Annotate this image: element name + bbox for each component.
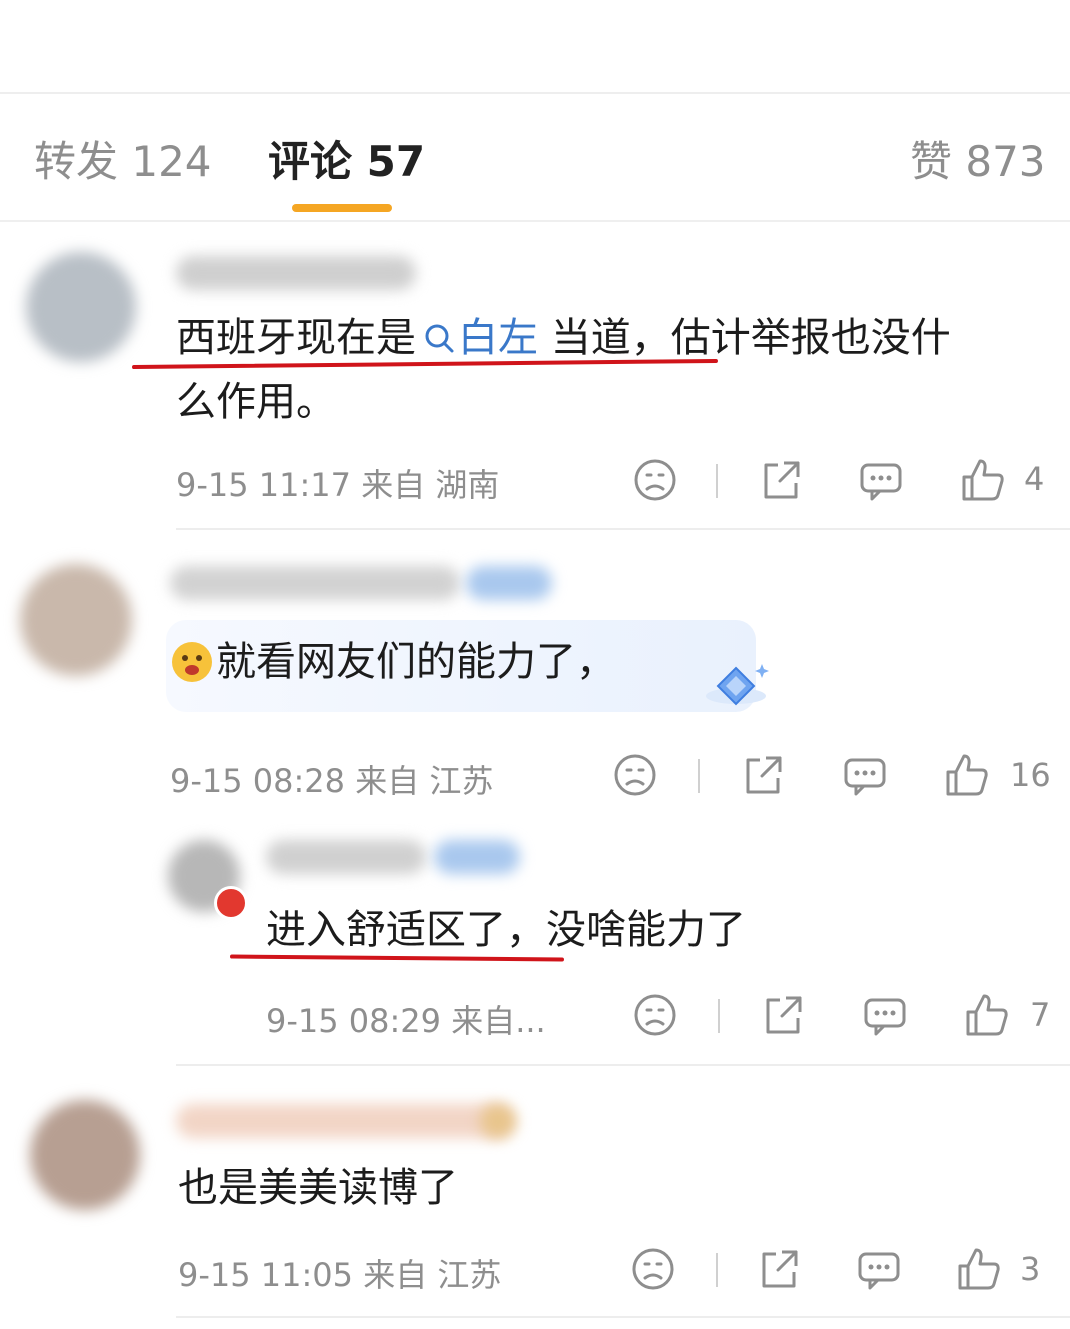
comment-bubble-icon[interactable] bbox=[842, 752, 888, 798]
badge-blurred bbox=[480, 1104, 516, 1138]
comment-text-line2: 么作用。 bbox=[176, 379, 336, 425]
separator bbox=[698, 759, 700, 793]
diamond-badge-icon bbox=[706, 664, 769, 706]
comment-meta: 9-15 08:29 来自... bbox=[266, 1002, 546, 1040]
row-divider bbox=[176, 1064, 1070, 1066]
badge-blurred bbox=[466, 566, 552, 600]
comment-meta: 9-15 11:05 来自 江苏 bbox=[178, 1256, 502, 1294]
username-blurred[interactable] bbox=[176, 1104, 512, 1138]
separator bbox=[718, 999, 720, 1033]
comment-bubble-icon[interactable] bbox=[862, 992, 908, 1038]
comment-meta: 9-15 11:17 来自 湖南 bbox=[176, 466, 500, 504]
comment-text: 进入舒适区了，没啥能力了 bbox=[266, 907, 746, 953]
share-icon[interactable] bbox=[756, 1246, 802, 1292]
thumbs-up-icon[interactable] bbox=[960, 457, 1006, 503]
sticker-emoji-icon bbox=[172, 642, 212, 682]
thumbs-up-icon[interactable] bbox=[956, 1246, 1002, 1292]
separator bbox=[716, 1253, 718, 1287]
comment-text: 也是美美读博了 bbox=[178, 1165, 458, 1211]
search-icon bbox=[425, 324, 454, 353]
dislike-face-icon[interactable] bbox=[612, 752, 658, 798]
dislike-face-icon[interactable] bbox=[632, 457, 678, 503]
dislike-face-icon[interactable] bbox=[630, 1246, 676, 1292]
active-tab-indicator bbox=[292, 204, 392, 212]
comment-bubble-icon[interactable] bbox=[856, 1246, 902, 1292]
like-count: 3 bbox=[1020, 1250, 1041, 1288]
avatar[interactable] bbox=[20, 564, 132, 676]
username-blurred[interactable] bbox=[170, 566, 460, 600]
tab-repost[interactable]: 转发 124 bbox=[34, 128, 212, 189]
comment-text: 就看网友们的能力了， bbox=[216, 639, 616, 685]
share-icon[interactable] bbox=[740, 752, 786, 798]
top-bar bbox=[0, 0, 1070, 94]
comment-bubble-icon[interactable] bbox=[858, 457, 904, 503]
dislike-face-icon[interactable] bbox=[632, 992, 678, 1038]
like-count: 16 bbox=[1010, 756, 1051, 794]
comment-meta: 9-15 08:28 来自 江苏 bbox=[170, 762, 494, 800]
avatar[interactable] bbox=[26, 252, 136, 362]
tab-comments[interactable]: 评论 57 bbox=[268, 128, 425, 189]
badge-blurred bbox=[434, 840, 520, 874]
username-blurred[interactable] bbox=[266, 840, 426, 874]
thumbs-up-icon[interactable] bbox=[964, 992, 1010, 1038]
row-divider bbox=[176, 1316, 1070, 1318]
like-count: 4 bbox=[1024, 460, 1045, 498]
tab-likes[interactable]: 赞 873 bbox=[910, 128, 1046, 189]
share-icon[interactable] bbox=[758, 457, 804, 503]
tabs-divider bbox=[0, 220, 1070, 222]
thumbs-up-icon[interactable] bbox=[944, 752, 990, 798]
username-blurred[interactable] bbox=[176, 256, 416, 290]
row-divider bbox=[176, 528, 1070, 530]
vip-badge-icon bbox=[214, 886, 248, 920]
separator bbox=[716, 464, 718, 498]
avatar[interactable] bbox=[30, 1100, 140, 1210]
like-count: 7 bbox=[1030, 996, 1051, 1034]
share-icon[interactable] bbox=[760, 992, 806, 1038]
topic-link[interactable]: 白左 bbox=[416, 315, 538, 361]
